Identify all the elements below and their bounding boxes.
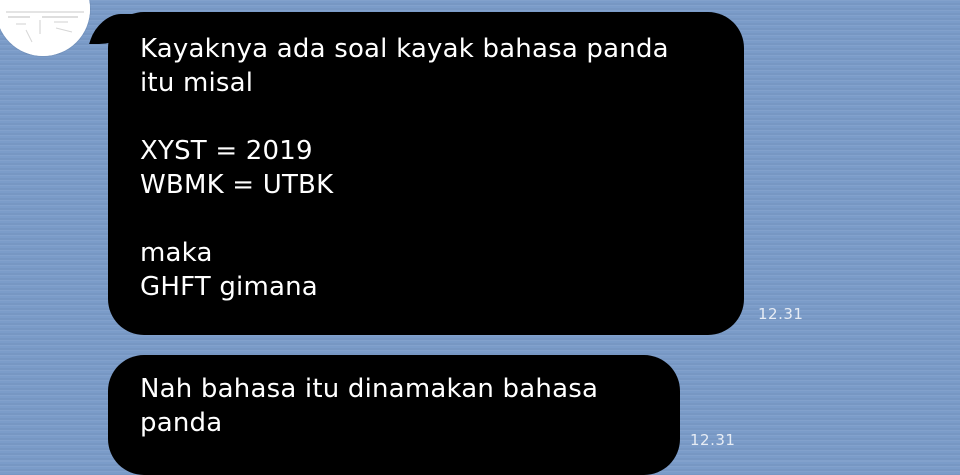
chat-area: Kayaknya ada soal kayak bahasa panda itu… [0, 0, 960, 475]
message-timestamp: 12.31 [758, 305, 804, 323]
message-timestamp: 12.31 [690, 431, 736, 449]
message-text: Kayaknya ada soal kayak bahasa panda itu… [140, 34, 669, 302]
message-text: Nah bahasa itu dinamakan bahasa panda [140, 374, 599, 438]
message-bubble-incoming[interactable]: Kayaknya ada soal kayak bahasa panda itu… [108, 12, 744, 335]
avatar-doodle-icon [0, 0, 90, 56]
sender-avatar[interactable] [0, 0, 90, 56]
message-bubble-incoming[interactable]: Nah bahasa itu dinamakan bahasa panda [108, 355, 680, 475]
